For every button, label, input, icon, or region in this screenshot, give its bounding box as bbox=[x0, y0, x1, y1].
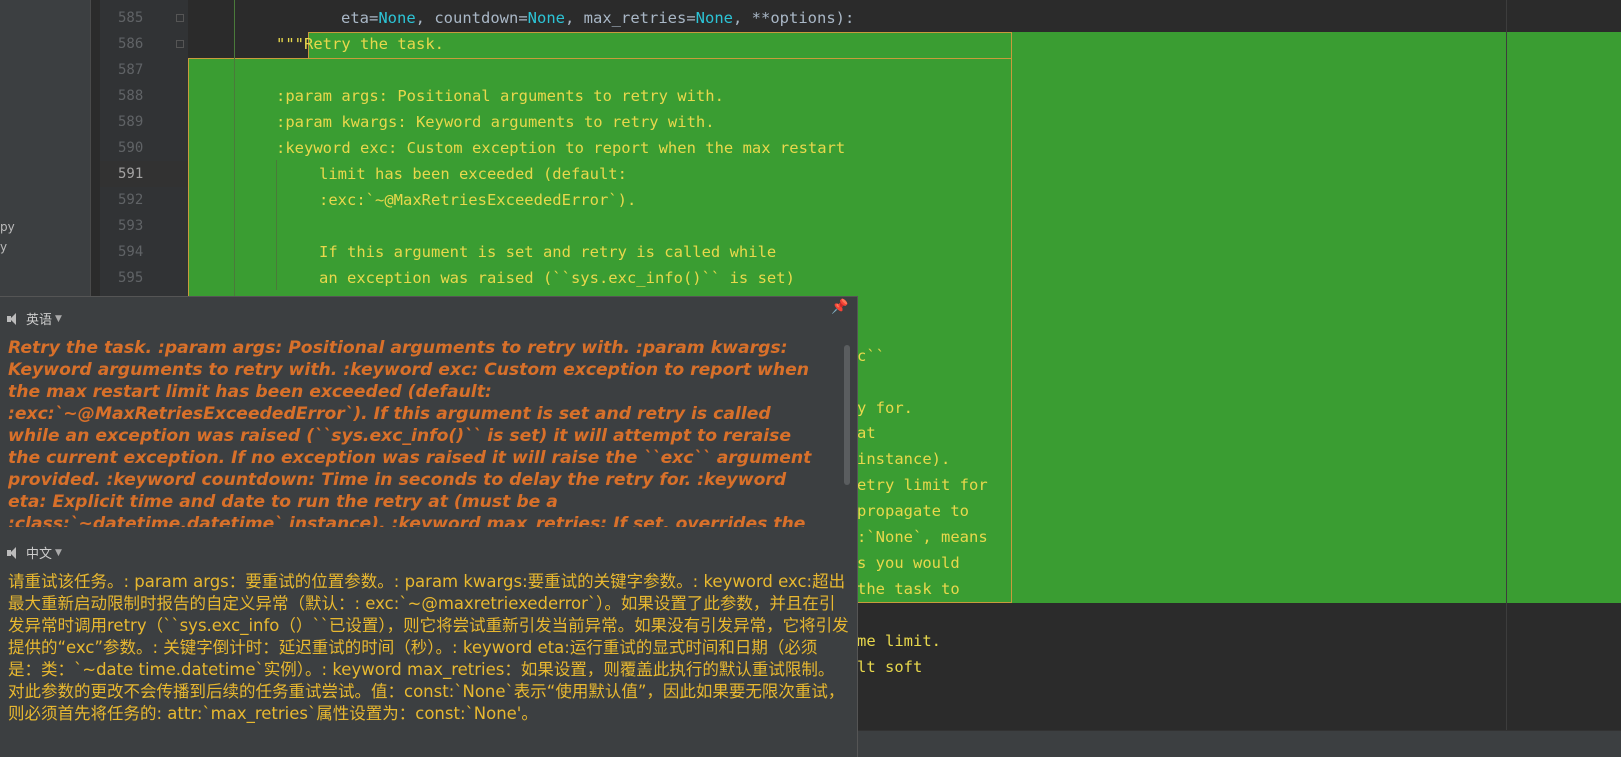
code-line-595: an exception was raised (``sys.exc_info(… bbox=[319, 269, 795, 287]
code-fragment: s you would bbox=[857, 554, 960, 572]
fold-marker-icon[interactable] bbox=[176, 14, 184, 22]
translation-popup: 📌 英语 ▼ Retry the task. :param args: Posi… bbox=[0, 296, 858, 757]
pin-icon[interactable]: 📌 bbox=[831, 299, 848, 315]
current-line-number: 591 bbox=[118, 166, 144, 182]
code-fragment: :`None`, means bbox=[857, 528, 988, 546]
popup-scrollbar[interactable] bbox=[844, 345, 850, 485]
code-line-588: :param args: Positional arguments to ret… bbox=[276, 87, 724, 105]
translated-text: 请重试该任务。: param args：要重试的位置参数。: param kwa… bbox=[8, 572, 849, 723]
code-fragment: c`` bbox=[857, 347, 885, 365]
code-line-594: If this argument is set and retry is cal… bbox=[319, 243, 777, 261]
code-fragment: etry limit for bbox=[857, 476, 988, 494]
selection-highlight bbox=[1012, 32, 1621, 603]
code-fragment: at bbox=[857, 424, 876, 442]
code-line-589: :param kwargs: Keyword arguments to retr… bbox=[276, 113, 715, 131]
line-number: 589 bbox=[118, 114, 144, 130]
code-line-585: eta=None, countdown=None, max_retries=No… bbox=[341, 9, 855, 27]
line-number-gutter: 585 586 587 588 589 590 591 592 593 594 … bbox=[100, 0, 188, 300]
code-line-592: :exc:`~@MaxRetriesExceededError`). bbox=[319, 191, 637, 209]
sidebar-item-py[interactable]: py bbox=[0, 220, 15, 234]
line-number: 595 bbox=[118, 270, 144, 286]
code-fragment: lt soft bbox=[857, 658, 923, 676]
line-number: 592 bbox=[118, 192, 144, 208]
code-fragment: y for. bbox=[857, 399, 913, 417]
source-text: Retry the task. :param args: Positional … bbox=[8, 338, 812, 527]
right-margin-guide bbox=[1506, 0, 1507, 730]
source-lang-label: 英语 bbox=[26, 313, 53, 328]
source-lang-selector[interactable]: 英语 ▼ bbox=[6, 309, 62, 328]
line-number: 587 bbox=[118, 62, 144, 78]
line-number: 585 bbox=[118, 10, 144, 26]
fold-marker-icon[interactable] bbox=[176, 40, 184, 48]
code-fragment: the task to bbox=[857, 580, 960, 598]
line-number: 593 bbox=[118, 218, 144, 234]
code-fragment: propagate to bbox=[857, 502, 969, 520]
code-fragment: instance). bbox=[857, 450, 951, 468]
indent-guide bbox=[276, 160, 277, 290]
code-line-590: :keyword exc: Custom exception to report… bbox=[276, 139, 846, 157]
target-lang-selector[interactable]: 中文 ▼ bbox=[6, 543, 62, 562]
code-fragment: me limit. bbox=[857, 632, 941, 650]
speaker-icon[interactable] bbox=[6, 546, 20, 560]
line-number: 586 bbox=[118, 36, 144, 52]
sidebar-item-y[interactable]: y bbox=[0, 240, 7, 254]
line-number: 588 bbox=[118, 88, 144, 104]
code-line-586: """Retry the task. bbox=[276, 35, 444, 53]
chevron-down-icon: ▼ bbox=[55, 547, 62, 558]
code-line-591: limit has been exceeded (default: bbox=[319, 165, 627, 183]
speaker-icon[interactable] bbox=[6, 312, 20, 326]
line-number: 590 bbox=[118, 140, 144, 156]
line-number: 594 bbox=[118, 244, 144, 260]
target-lang-label: 中文 bbox=[26, 547, 53, 562]
chevron-down-icon: ▼ bbox=[55, 313, 62, 324]
